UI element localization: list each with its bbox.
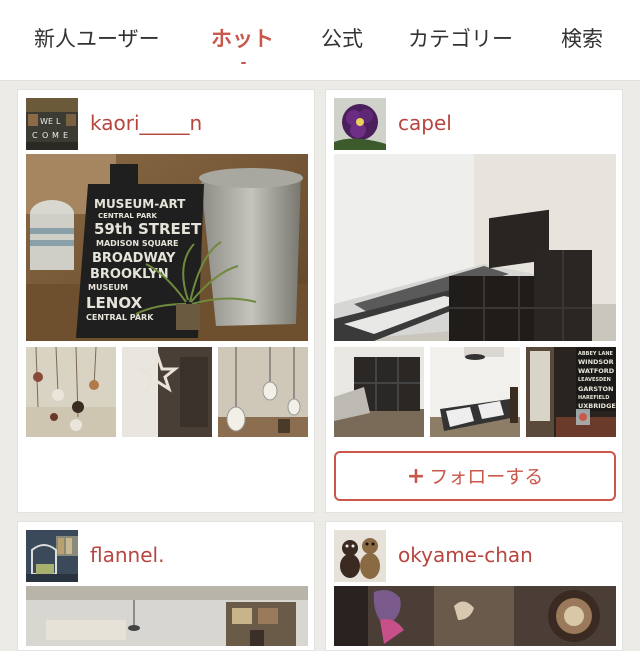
sign-text: CENTRAL PARK [86, 313, 154, 322]
post-card[interactable]: flannel. [17, 521, 315, 651]
welcome-letter: O [42, 131, 48, 140]
sign-text: 59th STREET [94, 220, 202, 238]
post-thumbnail[interactable]: ABBEY LANE WINDSOR WATFORD LEAVESDEN GAR… [526, 347, 616, 437]
plus-icon: + [406, 464, 426, 489]
sign-text: HAREFIELD [578, 395, 609, 401]
sign-text: WINDSOR [578, 358, 614, 366]
sign-text: MUSEUM [88, 283, 128, 292]
sign-text: BROADWAY [92, 251, 176, 266]
tab-new-users[interactable]: 新人ユーザー [34, 22, 160, 56]
sign-text: BROOKLYN [90, 267, 169, 282]
welcome-letter: L [56, 117, 61, 126]
sign-text: UXBRIDGE [578, 402, 616, 410]
sign-text: MADISON SQUARE [96, 239, 178, 248]
sign-text: LEAVESDEN [578, 377, 611, 383]
follow-label: フォローする [429, 466, 544, 488]
post-card[interactable]: capel ABBEY LANE WINDSOR WATFORD LEAVESD… [325, 89, 623, 513]
post-thumbnail[interactable] [430, 347, 520, 437]
post-main-photo[interactable]: MUSEUM-ART CENTRAL PARK 59th STREET MADI… [26, 154, 308, 341]
username[interactable]: flannel. [90, 542, 164, 568]
post-main-photo[interactable] [334, 154, 616, 341]
welcome-letter: M [52, 131, 59, 140]
post-thumbnail[interactable] [26, 347, 116, 437]
username[interactable]: capel [398, 110, 452, 136]
username[interactable]: kaori_____n [90, 110, 202, 136]
sign-text: MUSEUM-ART [94, 197, 186, 211]
follow-button[interactable]: + フォローする [334, 451, 616, 501]
post-thumbnail[interactable] [122, 347, 212, 437]
avatar[interactable]: W E L C O M E [26, 98, 78, 150]
post-card[interactable]: W E L C O M E kaori_____n MUSEUM-ART CEN… [17, 89, 315, 513]
active-tab-indicator [241, 62, 246, 64]
post-thumbnail[interactable] [334, 347, 424, 437]
tab-category[interactable]: カテゴリー [408, 22, 513, 56]
avatar[interactable] [26, 530, 78, 582]
avatar[interactable] [334, 98, 386, 150]
post-main-photo[interactable] [334, 586, 616, 646]
post-card[interactable]: okyame-chan [325, 521, 623, 651]
top-tab-bar: 新人ユーザー ホット 公式 カテゴリー 検索 [0, 0, 640, 81]
sign-text: WATFORD [578, 367, 615, 375]
tab-hot[interactable]: ホット [211, 22, 274, 56]
sign-text: GARSTON [578, 385, 613, 393]
welcome-letter: E [48, 117, 53, 126]
post-thumbnail[interactable] [218, 347, 308, 437]
welcome-letter: W [40, 117, 48, 126]
avatar[interactable] [334, 530, 386, 582]
welcome-letter: C [32, 131, 38, 140]
username[interactable]: okyame-chan [398, 542, 533, 568]
tab-official[interactable]: 公式 [321, 22, 363, 56]
post-main-photo[interactable] [26, 586, 308, 646]
welcome-letter: E [63, 131, 68, 140]
sign-text: ABBEY LANE [578, 351, 614, 357]
tab-search[interactable]: 検索 [561, 22, 603, 56]
sign-text: CENTRAL PARK [98, 212, 158, 220]
sign-text: LENOX [86, 294, 143, 312]
